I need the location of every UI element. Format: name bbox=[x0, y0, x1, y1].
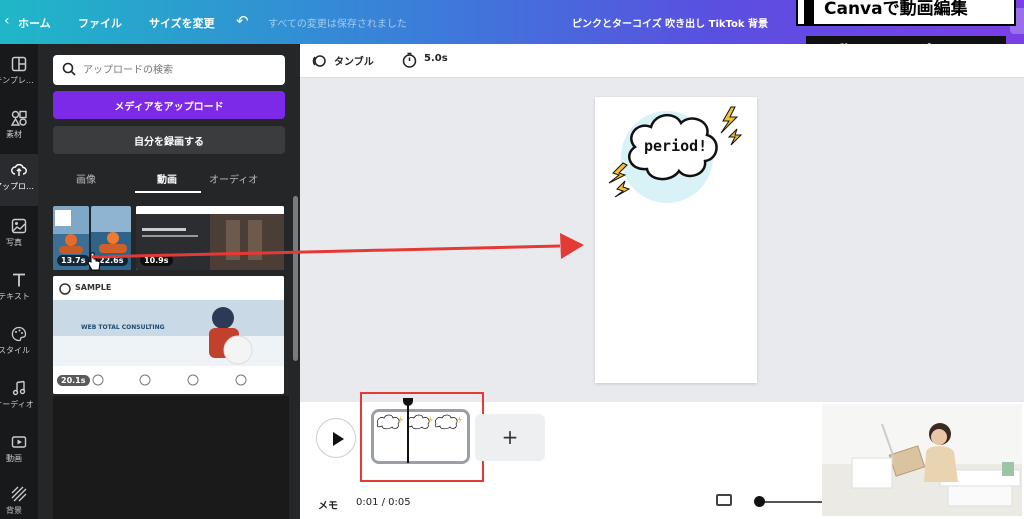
rail-item-background[interactable]: 背景 bbox=[0, 478, 38, 519]
home-menu[interactable]: ホーム bbox=[18, 15, 51, 31]
file-menu[interactable]: ファイル bbox=[78, 15, 122, 31]
rail-item-template[interactable]: テンプレ… bbox=[0, 48, 38, 100]
active-tab-indicator bbox=[135, 191, 201, 193]
grid-view-icon[interactable] bbox=[716, 494, 732, 506]
thumbnail-logo-text: SAMPLE bbox=[75, 283, 112, 292]
search-input[interactable] bbox=[83, 61, 278, 79]
rail-item-elements[interactable]: 素材 bbox=[0, 102, 38, 154]
playhead[interactable] bbox=[407, 405, 409, 463]
duration-badge: 20.1s bbox=[57, 375, 90, 386]
animate-button[interactable]: タンブル bbox=[334, 53, 374, 68]
duration-badge: 10.9s bbox=[140, 255, 173, 266]
webcam-image bbox=[822, 404, 1022, 516]
play-button[interactable] bbox=[316, 418, 356, 458]
playback-time: 0:01 / 0:05 bbox=[356, 497, 411, 508]
record-yourself-button[interactable]: 自分を録画する bbox=[53, 126, 285, 154]
rail-item-text[interactable]: テキスト bbox=[0, 264, 38, 316]
notes-button[interactable]: メモ bbox=[318, 497, 338, 512]
photo-icon bbox=[11, 218, 27, 234]
timer-icon bbox=[402, 52, 417, 68]
animate-icon bbox=[312, 55, 326, 67]
rail-item-styles[interactable]: スタイル bbox=[0, 318, 38, 370]
speech-bubble-graphic bbox=[608, 106, 743, 203]
uploads-panel: メディアをアップロード 自分を録画する 画像 動画 オーディオ 13.7s 22… bbox=[38, 44, 300, 519]
bubble-text[interactable]: period! bbox=[644, 137, 707, 155]
video-icon bbox=[11, 436, 27, 448]
template-icon bbox=[11, 56, 27, 72]
zoom-slider-knob[interactable] bbox=[754, 496, 765, 507]
undo-icon[interactable]: ↶ bbox=[236, 12, 249, 30]
panel-scrollbar[interactable] bbox=[293, 196, 298, 361]
upload-media-button[interactable]: メディアをアップロード bbox=[53, 91, 285, 119]
hand-cursor-icon bbox=[87, 252, 101, 271]
style-icon bbox=[11, 326, 27, 342]
chevron-left-icon[interactable]: ‹ bbox=[4, 13, 10, 29]
add-page-button[interactable]: + bbox=[475, 414, 545, 461]
design-page[interactable]: period! bbox=[595, 97, 757, 383]
rail-item-audio[interactable]: オーディオ bbox=[0, 372, 38, 424]
video-thumbnail-4[interactable]: SAMPLE WEB TOTAL CONSULTING 20.1s bbox=[53, 276, 284, 394]
elements-icon bbox=[11, 110, 27, 126]
upload-icon bbox=[11, 163, 27, 176]
video-thumbnail-3[interactable]: 10.9s bbox=[136, 206, 284, 270]
video-caption-title: Canvaで動画編集 bbox=[796, 0, 1016, 26]
side-rail: テンプレ… 素材 アップロ… 写真 テキスト スタイル オーディオ 動画 bbox=[0, 44, 38, 519]
rail-item-photos[interactable]: 写真 bbox=[0, 210, 38, 262]
search-icon bbox=[62, 62, 76, 76]
duration-button[interactable]: 5.0s bbox=[424, 53, 448, 64]
canva-editor: ‹ ホーム ファイル サイズを変更 ↶ すべての変更は保存されました ピンクとタ… bbox=[0, 0, 1024, 519]
media-tabs: 画像 動画 オーディオ bbox=[53, 168, 285, 194]
tab-videos[interactable]: 動画 bbox=[157, 171, 177, 186]
tab-images[interactable]: 画像 bbox=[76, 171, 96, 186]
tab-audio[interactable]: オーディオ bbox=[209, 171, 258, 186]
video-thumbnail-1[interactable]: 13.7s bbox=[53, 206, 89, 270]
clip-thumbnails bbox=[374, 412, 467, 461]
editor-toolbar: タンブル 5.0s bbox=[300, 44, 1024, 78]
rail-item-video[interactable]: 動画 bbox=[0, 426, 38, 478]
document-title[interactable]: ピンクとターコイズ 吹き出し TikTok 背景 bbox=[572, 15, 768, 30]
resize-menu[interactable]: サイズを変更 bbox=[149, 15, 215, 31]
rail-item-uploads[interactable]: アップロ… bbox=[0, 154, 38, 206]
presenter-webcam bbox=[822, 404, 1022, 516]
timeline-clip[interactable] bbox=[371, 409, 470, 464]
text-icon bbox=[13, 273, 25, 287]
search-box[interactable] bbox=[53, 55, 285, 85]
background-icon bbox=[11, 486, 27, 502]
thumbnail-heading-text: WEB TOTAL CONSULTING bbox=[81, 324, 165, 331]
audio-icon bbox=[12, 380, 26, 396]
duration-badge: 13.7s bbox=[57, 255, 89, 266]
zoom-slider-track[interactable] bbox=[760, 501, 830, 503]
save-status: すべての変更は保存されました bbox=[268, 19, 407, 30]
panel-empty-area bbox=[53, 396, 289, 519]
